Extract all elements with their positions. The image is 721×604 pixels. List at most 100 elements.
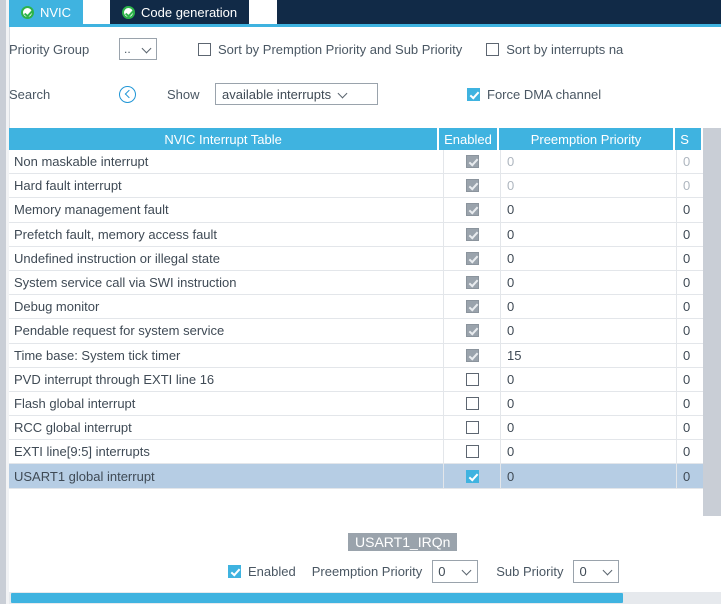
cell-sub-priority[interactable]: 0 bbox=[677, 223, 703, 246]
table-row[interactable]: RCC global interrupt 0 0 bbox=[9, 416, 703, 441]
sort-by-interrupt-name-label: Sort by interrupts na bbox=[506, 41, 624, 57]
cell-sub-priority[interactable]: 0 bbox=[677, 150, 703, 173]
show-filter-value: available interrupts bbox=[222, 86, 332, 102]
row-enabled-checkbox[interactable] bbox=[465, 179, 479, 193]
cell-sub-priority[interactable]: 0 bbox=[677, 247, 703, 270]
cell-sub-priority[interactable]: 0 bbox=[677, 198, 703, 221]
cell-interrupt-name: Non maskable interrupt bbox=[14, 154, 149, 170]
show-filter-select[interactable]: available interrupts bbox=[215, 83, 378, 105]
cell-preemption-priority[interactable]: 0 bbox=[501, 270, 677, 295]
sort-by-interrupt-name-checkbox[interactable]: Sort by interrupts na bbox=[486, 42, 623, 57]
cell-interrupt-name: PVD interrupt through EXTI line 16 bbox=[14, 371, 215, 387]
cell-sub-priority[interactable]: 0 bbox=[677, 392, 703, 415]
table-row[interactable]: PVD interrupt through EXTI line 16 0 0 bbox=[9, 367, 703, 392]
table-vertical-scrollbar[interactable] bbox=[703, 128, 721, 516]
row-enabled-checkbox[interactable] bbox=[465, 300, 479, 314]
table-row[interactable]: Undefined instruction or illegal state 0 0 bbox=[9, 246, 703, 271]
table-row[interactable]: Hard fault interrupt 0 0 bbox=[9, 174, 703, 199]
cell-enabled[interactable] bbox=[443, 222, 501, 246]
cell-enabled[interactable] bbox=[443, 343, 501, 367]
force-dma-channel-label: Force DMA channel bbox=[487, 86, 602, 102]
table-row[interactable]: EXTI line[9:5] interrupts 0 0 bbox=[9, 440, 703, 465]
cell-preemption-priority[interactable]: 0 bbox=[501, 295, 677, 319]
table-row[interactable]: Prefetch fault, memory access fault 0 0 bbox=[9, 222, 703, 247]
cell-preemption-priority[interactable]: 0 bbox=[501, 319, 677, 343]
tab-code-generation[interactable]: Code generation bbox=[110, 0, 250, 24]
row-enabled-checkbox[interactable] bbox=[465, 324, 479, 338]
cell-enabled[interactable] bbox=[443, 150, 501, 174]
cell-preemption-priority[interactable]: 0 bbox=[501, 464, 677, 488]
table-row[interactable]: System service call via SWI instruction 0… bbox=[9, 270, 703, 296]
back-circle-icon[interactable] bbox=[119, 85, 136, 103]
cell-interrupt-name: Debug monitor bbox=[14, 299, 100, 315]
row-enabled-checkbox[interactable] bbox=[465, 203, 479, 217]
checkbox-box bbox=[467, 87, 480, 101]
tab-nvic[interactable]: NVIC bbox=[9, 0, 84, 24]
row-enabled-checkbox[interactable] bbox=[465, 276, 479, 290]
cell-preemption-priority[interactable]: 0 bbox=[501, 440, 677, 464]
detail-preemption-priority-select[interactable]: 0 bbox=[432, 560, 479, 583]
row-enabled-checkbox[interactable] bbox=[465, 155, 479, 169]
cell-enabled[interactable] bbox=[443, 174, 501, 198]
table-row[interactable]: Memory management fault 0 0 bbox=[9, 198, 703, 223]
cell-preemption-priority[interactable]: 0 bbox=[501, 174, 677, 198]
cell-enabled[interactable] bbox=[443, 319, 501, 343]
cell-preemption-priority[interactable]: 0 bbox=[501, 416, 677, 440]
cell-sub-priority[interactable]: 0 bbox=[677, 440, 703, 463]
cell-enabled[interactable] bbox=[443, 391, 501, 416]
row-enabled-checkbox[interactable] bbox=[465, 396, 479, 410]
cell-sub-priority[interactable]: 0 bbox=[677, 344, 703, 367]
cell-preemption-priority[interactable]: 15 bbox=[501, 343, 677, 367]
row-enabled-checkbox[interactable] bbox=[465, 227, 479, 241]
cell-sub-priority[interactable]: 0 bbox=[677, 368, 703, 391]
row-enabled-checkbox[interactable] bbox=[465, 348, 479, 362]
cell-interrupt-name: Flash global interrupt bbox=[14, 395, 136, 411]
row-enabled-checkbox[interactable] bbox=[465, 445, 479, 459]
table-row[interactable]: Debug monitor 0 0 bbox=[9, 295, 703, 320]
chevron-down-icon bbox=[604, 569, 613, 574]
table-row[interactable]: Flash global interrupt 0 0 bbox=[9, 391, 703, 417]
horizontal-scrollbar-thumb[interactable] bbox=[11, 593, 623, 603]
cell-enabled[interactable] bbox=[443, 416, 501, 440]
show-label: Show bbox=[167, 86, 200, 102]
row-enabled-checkbox[interactable] bbox=[465, 372, 479, 386]
cell-enabled[interactable] bbox=[443, 367, 501, 391]
cell-preemption-priority[interactable]: 0 bbox=[501, 391, 677, 416]
cell-sub-priority[interactable]: 0 bbox=[677, 416, 703, 439]
row-enabled-checkbox[interactable] bbox=[465, 421, 479, 435]
cell-sub-priority[interactable]: 0 bbox=[677, 464, 703, 487]
cell-enabled[interactable] bbox=[443, 246, 501, 270]
table-row[interactable]: USART1 global interrupt 0 0 bbox=[9, 464, 703, 489]
column-header-enabled[interactable]: Enabled bbox=[439, 128, 497, 150]
column-header-sub-priority[interactable]: S bbox=[675, 128, 702, 150]
cell-sub-priority[interactable]: 0 bbox=[677, 271, 703, 294]
cell-enabled[interactable] bbox=[443, 295, 501, 319]
table-row[interactable]: Pendable request for system service 0 0 bbox=[9, 319, 703, 344]
cell-preemption-priority[interactable]: 0 bbox=[501, 150, 677, 174]
chevron-down-icon bbox=[143, 47, 152, 52]
priority-group-select[interactable]: .. bbox=[119, 38, 157, 60]
cell-sub-priority[interactable]: 0 bbox=[677, 319, 703, 342]
table-row[interactable]: Time base: System tick timer 15 0 bbox=[9, 343, 703, 368]
cell-interrupt-name: System service call via SWI instruction bbox=[14, 275, 237, 291]
cell-enabled[interactable] bbox=[443, 464, 501, 488]
cell-enabled[interactable] bbox=[443, 198, 501, 222]
cell-preemption-priority[interactable]: 0 bbox=[501, 198, 677, 222]
sort-by-preemption-checkbox[interactable]: Sort by Premption Priority and Sub Prior… bbox=[198, 42, 462, 57]
cell-preemption-priority[interactable]: 0 bbox=[501, 222, 677, 246]
detail-sub-priority-select[interactable]: 0 bbox=[573, 560, 620, 583]
force-dma-channel-checkbox[interactable]: Force DMA channel bbox=[467, 87, 601, 102]
row-enabled-checkbox[interactable] bbox=[465, 469, 479, 483]
table-row[interactable]: Non maskable interrupt 0 0 bbox=[9, 150, 703, 175]
column-header-preemption-priority[interactable]: Preemption Priority bbox=[498, 128, 674, 150]
cell-preemption-priority[interactable]: 0 bbox=[501, 367, 677, 391]
cell-enabled[interactable] bbox=[443, 270, 501, 295]
cell-preemption-priority[interactable]: 0 bbox=[501, 246, 677, 270]
column-header-interrupt-name[interactable]: NVIC Interrupt Table bbox=[9, 128, 438, 150]
cell-sub-priority[interactable]: 0 bbox=[677, 295, 703, 318]
cell-sub-priority[interactable]: 0 bbox=[677, 174, 703, 197]
cell-enabled[interactable] bbox=[443, 440, 501, 464]
row-enabled-checkbox[interactable] bbox=[465, 251, 479, 265]
detail-enabled-checkbox[interactable]: Enabled bbox=[228, 564, 296, 579]
detail-sub-priority-label: Sub Priority bbox=[496, 564, 564, 579]
